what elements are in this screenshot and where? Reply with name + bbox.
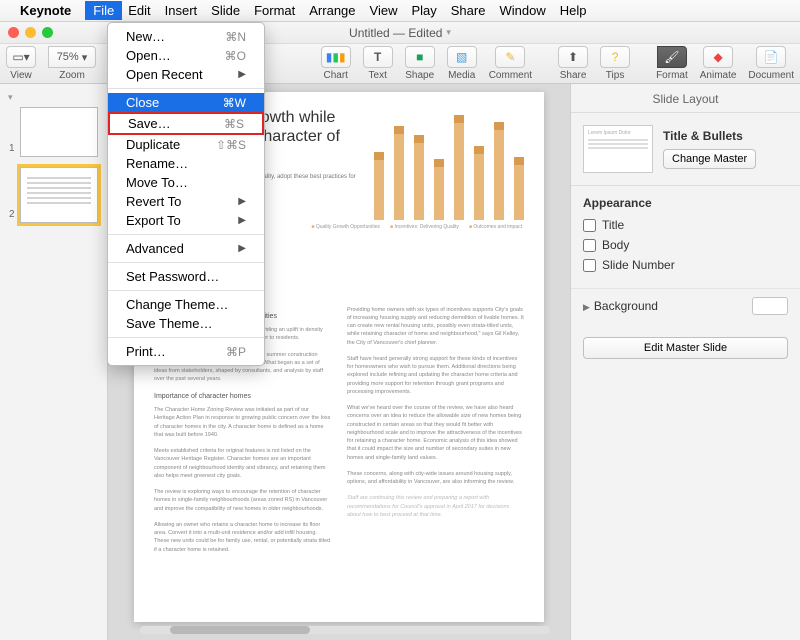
toolbar-format[interactable]: 🖌 Format <box>656 46 688 81</box>
toolbar-comment[interactable]: ✎ Comment <box>489 46 532 81</box>
window-minimize-button[interactable] <box>25 27 36 38</box>
background-row[interactable]: ▶Background <box>571 288 800 323</box>
slide-column-right[interactable]: Providing home owners with six types of … <box>347 306 524 562</box>
toolbar-share[interactable]: ⬆︎ Share <box>558 46 588 81</box>
menu-item-open-recent[interactable]: Open Recent▶ <box>108 65 264 84</box>
menu-item-save[interactable]: Save…⌘S <box>108 112 264 135</box>
submenu-arrow-icon: ▶ <box>238 196 246 207</box>
menu-item-print[interactable]: Print…⌘P <box>108 342 264 361</box>
window-title: Untitled — Edited <box>349 26 442 40</box>
comment-icon[interactable]: ✎ <box>495 46 525 68</box>
slide-number-checkbox[interactable]: Slide Number <box>583 258 788 272</box>
menu-item-new[interactable]: New…⌘N <box>108 27 264 46</box>
menu-edit[interactable]: Edit <box>128 3 150 18</box>
menu-item-export-to[interactable]: Export To▶ <box>108 211 264 230</box>
format-icon[interactable]: 🖌 <box>657 46 687 68</box>
menu-format[interactable]: Format <box>254 3 295 18</box>
master-name: Title & Bullets <box>663 129 788 143</box>
menu-item-change-theme[interactable]: Change Theme… <box>108 295 264 314</box>
toolbar-tips[interactable]: ? Tips <box>600 46 630 81</box>
edit-master-slide-button[interactable]: Edit Master Slide <box>583 337 788 359</box>
menu-help[interactable]: Help <box>560 3 587 18</box>
app-name[interactable]: Keynote <box>20 3 71 18</box>
toolbar-animate[interactable]: ◆ Animate <box>700 46 737 81</box>
menu-slide[interactable]: Slide <box>211 3 240 18</box>
inspector-panel: Slide Layout Lorem Ipsum Dolor Title & B… <box>570 84 800 640</box>
shape-icon[interactable]: ■ <box>405 46 435 68</box>
title-dropdown-icon[interactable]: ▾ <box>446 27 451 38</box>
master-preview: Lorem Ipsum Dolor <box>583 125 653 173</box>
toolbar-document[interactable]: 📄 Document <box>748 46 794 81</box>
media-icon[interactable]: ▧ <box>447 46 477 68</box>
chart-legend: Quality Growth OpportunitiesIncentives: … <box>311 224 522 230</box>
system-menubar: Keynote File Edit Insert Slide Format Ar… <box>0 0 800 22</box>
share-icon[interactable]: ⬆︎ <box>558 46 588 68</box>
zoom-value[interactable]: 75% ▾ <box>48 46 96 68</box>
chart-icon[interactable]: ▮▮▮ <box>321 46 351 68</box>
window-close-button[interactable] <box>8 27 19 38</box>
toolbar-zoom[interactable]: 75% ▾ Zoom <box>48 46 96 81</box>
file-menu-dropdown: New…⌘N Open…⌘O Open Recent▶ Close⌘W Save… <box>107 22 265 366</box>
tips-icon[interactable]: ? <box>600 46 630 68</box>
menu-view[interactable]: View <box>370 3 398 18</box>
menu-share[interactable]: Share <box>451 3 486 18</box>
horizontal-scrollbar[interactable] <box>140 626 550 636</box>
slide-thumbnail-1[interactable]: 1 <box>20 107 98 157</box>
menu-play[interactable]: Play <box>411 3 436 18</box>
menu-file[interactable]: File <box>85 1 122 20</box>
toolbar-media[interactable]: ▧ Media <box>447 46 477 81</box>
menu-item-close[interactable]: Close⌘W <box>108 93 264 112</box>
menu-item-open[interactable]: Open…⌘O <box>108 46 264 65</box>
view-icon[interactable]: ▭▾ <box>6 46 36 68</box>
toolbar-chart[interactable]: ▮▮▮ Chart <box>321 46 351 81</box>
appearance-heading: Appearance <box>583 196 788 210</box>
slide-navigator: ▾ 1 2 <box>0 84 108 640</box>
toolbar-text[interactable]: T Text <box>363 46 393 81</box>
window-zoom-button[interactable] <box>42 27 53 38</box>
toolbar-view[interactable]: ▭▾ View <box>6 46 36 81</box>
menu-item-duplicate[interactable]: Duplicate⇧⌘S <box>108 135 264 154</box>
submenu-arrow-icon: ▶ <box>238 243 246 254</box>
scrollbar-thumb[interactable] <box>170 626 310 634</box>
submenu-arrow-icon: ▶ <box>238 69 246 80</box>
slide-chart[interactable] <box>374 110 524 220</box>
submenu-arrow-icon: ▶ <box>238 215 246 226</box>
menu-window[interactable]: Window <box>499 3 545 18</box>
menu-item-move-to[interactable]: Move To… <box>108 173 264 192</box>
master-section: Lorem Ipsum Dolor Title & Bullets Change… <box>571 113 800 186</box>
menu-item-save-theme[interactable]: Save Theme… <box>108 314 264 333</box>
menu-item-advanced[interactable]: Advanced▶ <box>108 239 264 258</box>
document-icon[interactable]: 📄 <box>756 46 786 68</box>
text-icon[interactable]: T <box>363 46 393 68</box>
title-checkbox[interactable]: Title <box>583 218 788 232</box>
change-master-button[interactable]: Change Master <box>663 149 756 169</box>
menu-arrange[interactable]: Arrange <box>309 3 355 18</box>
menu-item-revert-to[interactable]: Revert To▶ <box>108 192 264 211</box>
animate-icon[interactable]: ◆ <box>703 46 733 68</box>
body-checkbox[interactable]: Body <box>583 238 788 252</box>
inspector-title: Slide Layout <box>571 84 800 113</box>
disclosure-triangle-icon[interactable]: ▶ <box>583 302 590 312</box>
background-swatch[interactable] <box>752 297 788 315</box>
menu-item-rename[interactable]: Rename… <box>108 154 264 173</box>
toolbar-shape[interactable]: ■ Shape <box>405 46 435 81</box>
menu-item-set-password[interactable]: Set Password… <box>108 267 264 286</box>
menu-insert[interactable]: Insert <box>165 3 198 18</box>
navigator-disclosure-icon[interactable]: ▾ <box>8 92 101 103</box>
slide-thumbnail-2[interactable]: 2 <box>20 167 98 223</box>
